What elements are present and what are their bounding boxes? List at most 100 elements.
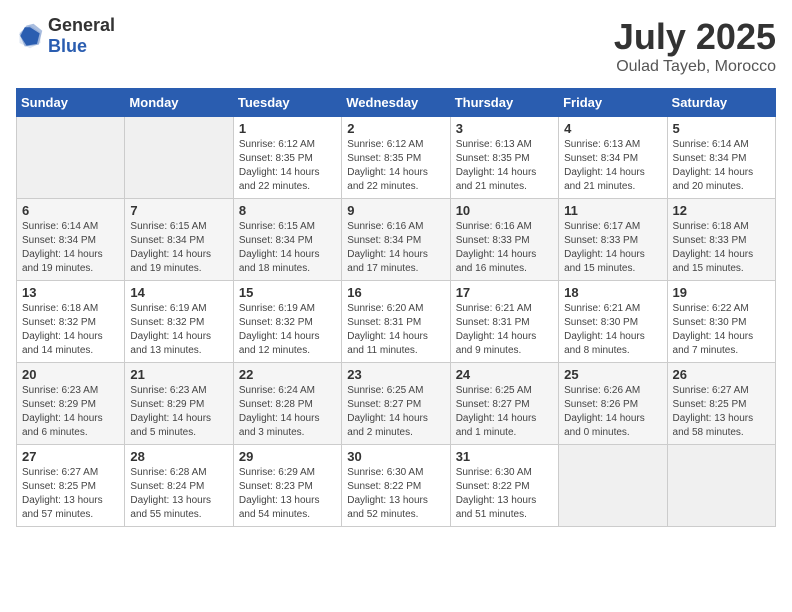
cell-info: Sunrise: 6:12 AM Sunset: 8:35 PM Dayligh…	[239, 138, 336, 194]
logo-blue: Blue	[48, 36, 87, 56]
cell-info: Sunrise: 6:28 AM Sunset: 8:24 PM Dayligh…	[130, 466, 227, 522]
day-number: 28	[130, 449, 227, 464]
calendar-week-row: 20 Sunrise: 6:23 AM Sunset: 8:29 PM Dayli…	[17, 363, 776, 445]
calendar-cell: 19Sunrise: 6:22 AM Sunset: 8:30 PM Dayli…	[667, 281, 775, 363]
calendar-cell: 18 Sunrise: 6:21 AM Sunset: 8:30 PM Dayli…	[559, 281, 667, 363]
calendar-cell	[125, 117, 233, 199]
day-number: 24	[456, 367, 553, 382]
day-number: 6	[22, 203, 119, 218]
cell-info: Sunrise: 6:25 AM Sunset: 8:27 PM Dayligh…	[456, 384, 553, 440]
day-number: 27	[22, 449, 119, 464]
day-number: 9	[347, 203, 444, 218]
weekday-header: Wednesday	[342, 89, 450, 117]
calendar-cell: 21 Sunrise: 6:23 AM Sunset: 8:29 PM Dayli…	[125, 363, 233, 445]
day-number: 22	[239, 367, 336, 382]
weekday-header: Monday	[125, 89, 233, 117]
cell-info: Sunrise: 6:30 AM Sunset: 8:22 PM Dayligh…	[347, 466, 444, 522]
calendar-cell: 11 Sunrise: 6:17 AM Sunset: 8:33 PM Dayli…	[559, 199, 667, 281]
calendar-week-row: 13Sunrise: 6:18 AM Sunset: 8:32 PM Dayli…	[17, 281, 776, 363]
calendar-cell: 20 Sunrise: 6:23 AM Sunset: 8:29 PM Dayli…	[17, 363, 125, 445]
cell-info: Sunrise: 6:16 AM Sunset: 8:34 PM Dayligh…	[347, 220, 444, 276]
calendar-cell: 3Sunrise: 6:13 AM Sunset: 8:35 PM Daylig…	[450, 117, 558, 199]
calendar-cell: 15 Sunrise: 6:19 AM Sunset: 8:32 PM Dayli…	[233, 281, 341, 363]
cell-info: Sunrise: 6:21 AM Sunset: 8:30 PM Dayligh…	[564, 302, 661, 358]
calendar-cell: 4 Sunrise: 6:13 AM Sunset: 8:34 PM Daylig…	[559, 117, 667, 199]
day-number: 8	[239, 203, 336, 218]
calendar-cell: 23 Sunrise: 6:25 AM Sunset: 8:27 PM Dayli…	[342, 363, 450, 445]
calendar-cell: 17Sunrise: 6:21 AM Sunset: 8:31 PM Dayli…	[450, 281, 558, 363]
cell-info: Sunrise: 6:27 AM Sunset: 8:25 PM Dayligh…	[22, 466, 119, 522]
calendar-cell: 5Sunrise: 6:14 AM Sunset: 8:34 PM Daylig…	[667, 117, 775, 199]
calendar-cell: 9 Sunrise: 6:16 AM Sunset: 8:34 PM Daylig…	[342, 199, 450, 281]
title-block: July 2025 Oulad Tayeb, Morocco	[614, 16, 776, 76]
day-number: 30	[347, 449, 444, 464]
cell-info: Sunrise: 6:12 AM Sunset: 8:35 PM Dayligh…	[347, 138, 444, 194]
calendar-cell	[559, 445, 667, 527]
calendar-week-row: 27 Sunrise: 6:27 AM Sunset: 8:25 PM Dayli…	[17, 445, 776, 527]
day-number: 16	[347, 285, 444, 300]
logo: General Blue	[16, 16, 115, 57]
calendar-cell: 31 Sunrise: 6:30 AM Sunset: 8:22 PM Dayli…	[450, 445, 558, 527]
logo-general: General	[48, 16, 115, 36]
cell-info: Sunrise: 6:14 AM Sunset: 8:34 PM Dayligh…	[673, 138, 770, 194]
day-number: 12	[673, 203, 770, 218]
calendar-week-row: 6 Sunrise: 6:14 AM Sunset: 8:34 PM Daylig…	[17, 199, 776, 281]
cell-info: Sunrise: 6:19 AM Sunset: 8:32 PM Dayligh…	[239, 302, 336, 358]
month-title: July 2025	[614, 16, 776, 58]
day-number: 18	[564, 285, 661, 300]
cell-info: Sunrise: 6:18 AM Sunset: 8:32 PM Dayligh…	[22, 302, 119, 358]
calendar-cell: 13Sunrise: 6:18 AM Sunset: 8:32 PM Dayli…	[17, 281, 125, 363]
cell-info: Sunrise: 6:15 AM Sunset: 8:34 PM Dayligh…	[239, 220, 336, 276]
weekday-header: Friday	[559, 89, 667, 117]
calendar-cell	[667, 445, 775, 527]
calendar-cell: 10Sunrise: 6:16 AM Sunset: 8:33 PM Dayli…	[450, 199, 558, 281]
calendar-cell: 22 Sunrise: 6:24 AM Sunset: 8:28 PM Dayli…	[233, 363, 341, 445]
day-number: 10	[456, 203, 553, 218]
calendar-cell: 2 Sunrise: 6:12 AM Sunset: 8:35 PM Daylig…	[342, 117, 450, 199]
day-number: 11	[564, 203, 661, 218]
day-number: 20	[22, 367, 119, 382]
calendar-cell: 28 Sunrise: 6:28 AM Sunset: 8:24 PM Dayli…	[125, 445, 233, 527]
calendar-cell: 14Sunrise: 6:19 AM Sunset: 8:32 PM Dayli…	[125, 281, 233, 363]
cell-info: Sunrise: 6:15 AM Sunset: 8:34 PM Dayligh…	[130, 220, 227, 276]
calendar-cell: 26Sunrise: 6:27 AM Sunset: 8:25 PM Dayli…	[667, 363, 775, 445]
day-number: 15	[239, 285, 336, 300]
cell-info: Sunrise: 6:14 AM Sunset: 8:34 PM Dayligh…	[22, 220, 119, 276]
calendar-cell	[17, 117, 125, 199]
cell-info: Sunrise: 6:17 AM Sunset: 8:33 PM Dayligh…	[564, 220, 661, 276]
calendar-cell: 8 Sunrise: 6:15 AM Sunset: 8:34 PM Daylig…	[233, 199, 341, 281]
location-title: Oulad Tayeb, Morocco	[614, 58, 776, 76]
weekday-header: Thursday	[450, 89, 558, 117]
cell-info: Sunrise: 6:26 AM Sunset: 8:26 PM Dayligh…	[564, 384, 661, 440]
calendar-table: SundayMondayTuesdayWednesdayThursdayFrid…	[16, 88, 776, 527]
cell-info: Sunrise: 6:22 AM Sunset: 8:30 PM Dayligh…	[673, 302, 770, 358]
day-number: 25	[564, 367, 661, 382]
cell-info: Sunrise: 6:27 AM Sunset: 8:25 PM Dayligh…	[673, 384, 770, 440]
day-number: 1	[239, 121, 336, 136]
day-number: 4	[564, 121, 661, 136]
calendar-cell: 30 Sunrise: 6:30 AM Sunset: 8:22 PM Dayli…	[342, 445, 450, 527]
cell-info: Sunrise: 6:19 AM Sunset: 8:32 PM Dayligh…	[130, 302, 227, 358]
weekday-header-row: SundayMondayTuesdayWednesdayThursdayFrid…	[17, 89, 776, 117]
weekday-header: Sunday	[17, 89, 125, 117]
cell-info: Sunrise: 6:20 AM Sunset: 8:31 PM Dayligh…	[347, 302, 444, 358]
day-number: 31	[456, 449, 553, 464]
calendar-cell: 24 Sunrise: 6:25 AM Sunset: 8:27 PM Dayli…	[450, 363, 558, 445]
cell-info: Sunrise: 6:24 AM Sunset: 8:28 PM Dayligh…	[239, 384, 336, 440]
cell-info: Sunrise: 6:30 AM Sunset: 8:22 PM Dayligh…	[456, 466, 553, 522]
cell-info: Sunrise: 6:29 AM Sunset: 8:23 PM Dayligh…	[239, 466, 336, 522]
day-number: 17	[456, 285, 553, 300]
page-header: General Blue July 2025 Oulad Tayeb, Moro…	[16, 16, 776, 76]
day-number: 21	[130, 367, 227, 382]
calendar-cell: 16 Sunrise: 6:20 AM Sunset: 8:31 PM Dayli…	[342, 281, 450, 363]
day-number: 23	[347, 367, 444, 382]
cell-info: Sunrise: 6:23 AM Sunset: 8:29 PM Dayligh…	[130, 384, 227, 440]
calendar-cell: 27 Sunrise: 6:27 AM Sunset: 8:25 PM Dayli…	[17, 445, 125, 527]
day-number: 7	[130, 203, 227, 218]
cell-info: Sunrise: 6:13 AM Sunset: 8:34 PM Dayligh…	[564, 138, 661, 194]
day-number: 2	[347, 121, 444, 136]
calendar-cell: 1 Sunrise: 6:12 AM Sunset: 8:35 PM Daylig…	[233, 117, 341, 199]
cell-info: Sunrise: 6:25 AM Sunset: 8:27 PM Dayligh…	[347, 384, 444, 440]
weekday-header: Tuesday	[233, 89, 341, 117]
cell-info: Sunrise: 6:23 AM Sunset: 8:29 PM Dayligh…	[22, 384, 119, 440]
